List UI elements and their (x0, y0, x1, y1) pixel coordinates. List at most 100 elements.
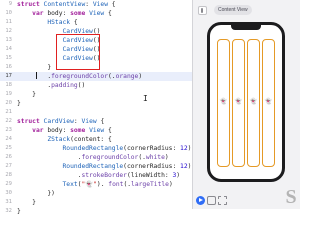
line-number: 15 (5, 55, 12, 61)
code-line[interactable]: 24 ZStack(content: { (0, 135, 192, 144)
code-token: { (108, 1, 116, 8)
line-number: 19 (5, 91, 12, 97)
code-text: struct CardView: View { (17, 117, 104, 126)
code-token: ZStack (47, 136, 71, 143)
line-number: 23 (5, 127, 12, 133)
code-line[interactable]: 31 } (0, 198, 192, 207)
code-token: } (17, 100, 21, 107)
pin-preview-icon[interactable] (198, 6, 207, 15)
code-text: } (17, 207, 21, 216)
code-line[interactable]: 9 struct ContentView: View { (0, 0, 192, 9)
code-token: white (145, 154, 165, 161)
code-line[interactable]: 17 .foregroundColor(.orange) (0, 72, 192, 81)
code-token: struct (17, 118, 40, 125)
code-token: CardView (43, 118, 74, 125)
code-token: strokeBorder (81, 172, 127, 179)
line-number: 29 (5, 181, 12, 187)
code-token: ) (138, 73, 143, 80)
code-editor[interactable]: 9 struct ContentView: View {10 var body: … (0, 0, 192, 215)
code-token: font (108, 181, 124, 188)
code-text: HStack { (17, 18, 77, 27)
code-text: .padding() (17, 81, 85, 90)
variants-icon[interactable] (218, 196, 227, 205)
code-text: } (17, 99, 21, 108)
code-line[interactable]: 23 var body: some View { (0, 126, 192, 135)
code-token: ) (164, 154, 169, 161)
code-line[interactable]: 29 Text("👻"). font(.largeTitle) (0, 180, 192, 189)
code-token: () (77, 82, 86, 89)
code-token: var (32, 10, 44, 17)
code-line[interactable]: 27 RoundedRectangle(cornerRadius: 12) (0, 162, 192, 171)
code-token: 12 (180, 163, 188, 170)
line-number: 11 (5, 19, 12, 25)
code-text: RoundedRectangle(cornerRadius: 12) (17, 144, 192, 153)
line-number: 12 (5, 28, 12, 34)
code-token: struct (17, 1, 40, 8)
code-token: . (17, 82, 52, 89)
card-view: 👻 (247, 39, 260, 167)
preview-canvas: Content View 👻 👻 👻 👻 S (193, 0, 300, 209)
code-token: some (70, 127, 86, 134)
code-line[interactable]: 10 var body: some View { (0, 9, 192, 18)
code-token: some (70, 10, 86, 17)
line-number: 22 (5, 118, 12, 124)
card-emoji: 👻 (219, 98, 228, 105)
code-token: { (96, 118, 105, 125)
code-token: var (32, 127, 44, 134)
code-token: View (89, 127, 105, 134)
code-text: struct ContentView: View { (17, 0, 116, 9)
device-frame: 👻 👻 👻 👻 (207, 22, 285, 182)
code-line[interactable]: 18 .padding() (0, 81, 192, 90)
code-token: HStack (47, 19, 71, 26)
code-line[interactable]: 21 (0, 108, 192, 117)
code-line[interactable]: 19 } (0, 90, 192, 99)
line-number: 32 (5, 208, 12, 214)
card-view: 👻 (217, 39, 230, 167)
live-preview-icon[interactable] (196, 196, 205, 205)
line-number: 26 (5, 154, 12, 160)
line-number: 20 (5, 100, 12, 106)
channel-logo-icon: S (285, 186, 297, 208)
selectable-mode-icon[interactable] (207, 196, 216, 205)
code-token: ) (176, 172, 181, 179)
text-caret (36, 72, 37, 79)
code-token: View (92, 1, 109, 8)
code-token: body: (43, 10, 71, 17)
code-token: (. (108, 73, 116, 80)
code-line[interactable]: 28 .strokeBorder(lineWidth: 3) (0, 171, 192, 180)
code-text: RoundedRectangle(cornerRadius: 12) (17, 162, 192, 171)
code-line[interactable]: 22 struct CardView: View { (0, 117, 192, 126)
code-token: "👻" (81, 181, 97, 188)
code-line[interactable]: 20} (0, 99, 192, 108)
device-notch (231, 24, 261, 30)
code-token: RoundedRectangle (62, 163, 124, 170)
code-token: 12 (180, 145, 188, 152)
line-number: 28 (5, 172, 12, 178)
code-token: View (81, 118, 97, 125)
code-token: ) (187, 163, 192, 170)
code-text: ZStack(content: { (17, 135, 111, 144)
preview-label[interactable]: Content View (214, 5, 252, 15)
code-line[interactable]: 25 RoundedRectangle(cornerRadius: 12) (0, 144, 192, 153)
line-number: 31 (5, 199, 12, 205)
code-token: { (104, 127, 112, 134)
code-line[interactable]: 30 }) (0, 189, 192, 198)
line-number: 13 (5, 37, 12, 43)
code-token: View (89, 10, 105, 17)
code-token: }) (17, 190, 55, 197)
code-line[interactable]: 26 .foregroundColor(.white) (0, 153, 192, 162)
line-number: 14 (5, 46, 12, 52)
code-token: orange (115, 73, 139, 80)
code-token: . (17, 172, 82, 179)
code-text: Text("👻"). font(.largeTitle) (17, 180, 173, 189)
code-line[interactable]: 32} (0, 207, 192, 216)
code-token: . (17, 154, 82, 161)
code-token: padding (51, 82, 78, 89)
card-emoji: 👻 (234, 98, 243, 105)
code-token: } (17, 208, 21, 215)
code-line[interactable]: 11 HStack { (0, 18, 192, 27)
code-token: largeTitle (131, 181, 169, 188)
